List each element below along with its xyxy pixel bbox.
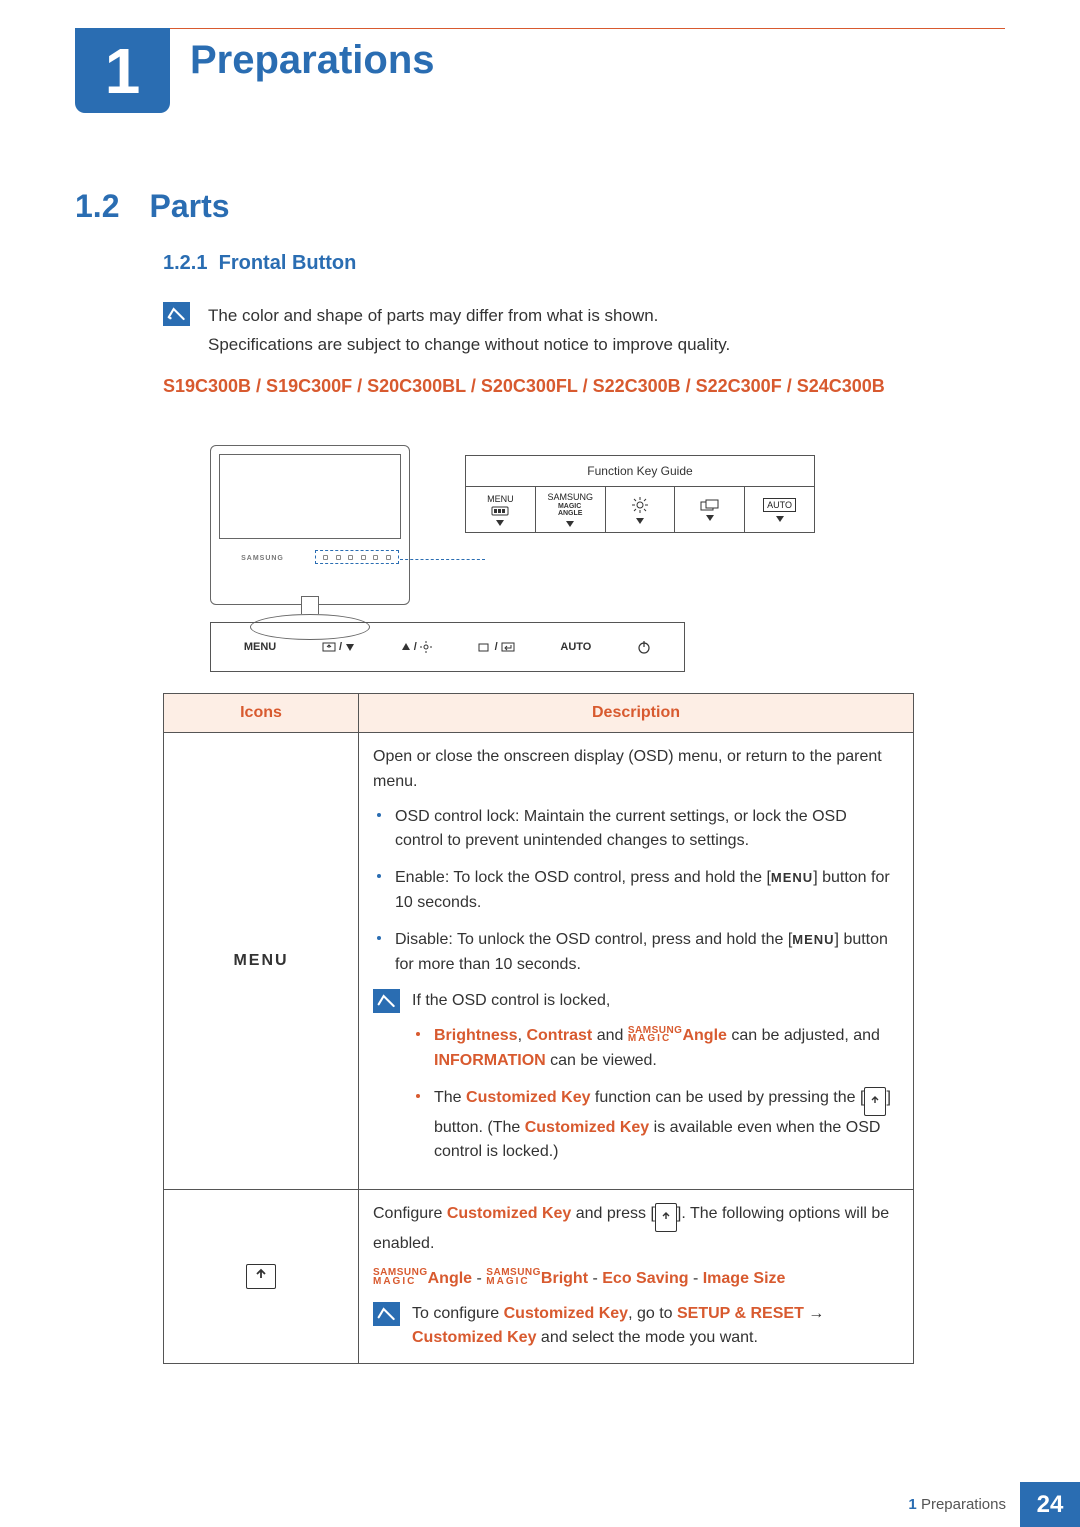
customkey-icon — [246, 1264, 276, 1289]
menu-button-icon: MENU — [233, 952, 288, 970]
menu-bullet-lock: OSD control lock: Maintain the current s… — [395, 805, 899, 855]
locked-osd-note: If the OSD control is locked, Brightness… — [373, 989, 899, 1177]
function-key-guide: Function Key Guide MENU SAMSUNG MAGICANG… — [465, 455, 815, 533]
menu-bullet-enable: Enable: To lock the OSD control, press a… — [395, 866, 899, 916]
strip-menu: MENU — [244, 641, 276, 653]
note-line-2: Specifications are subject to change wit… — [208, 331, 730, 360]
note-line-1: The color and shape of parts may differ … — [208, 302, 730, 331]
chapter-title: Preparations — [190, 38, 435, 83]
customkey-icon — [864, 1087, 886, 1116]
customkey-config-note: To configure Customized Key, go to SETUP… — [373, 1302, 899, 1352]
key-menu: MENU — [466, 487, 536, 532]
footer-breadcrumb: 1 Preparations — [894, 1482, 1020, 1527]
table-row-menu: MENU Open or close the onscreen display … — [164, 733, 913, 1190]
monitor-brand: SAMSUNG — [211, 555, 314, 562]
table-row-customkey: Configure Customized Key and press []. T… — [164, 1190, 913, 1363]
locked-note-item-1: Brightness, Contrast and SAMSUNGMAGICAng… — [434, 1024, 899, 1074]
menu-intro: Open or close the onscreen display (OSD)… — [373, 745, 899, 795]
key-guide-title: Function Key Guide — [466, 456, 814, 486]
monitor-screen — [219, 454, 401, 539]
locked-note-intro: If the OSD control is locked, — [412, 989, 899, 1014]
strip-auto: AUTO — [560, 641, 591, 653]
customkey-note-text: To configure Customized Key, go to SETUP… — [412, 1302, 899, 1352]
th-icons: Icons — [164, 694, 359, 733]
customkey-intro: Configure Customized Key and press []. T… — [373, 1202, 899, 1257]
button-strip: MENU / / / AUTO — [210, 622, 685, 672]
menu-bullet-disable: Disable: To unlock the OSD control, pres… — [395, 928, 899, 978]
desc-cell-menu: Open or close the onscreen display (OSD)… — [359, 733, 913, 1189]
subsection-title: Frontal Button — [219, 252, 357, 274]
key-source — [675, 487, 745, 532]
icon-cell-menu: MENU — [164, 733, 359, 1189]
customkey-icon — [655, 1203, 677, 1232]
th-description: Description — [359, 694, 913, 733]
icons-description-table: Icons Description MENU Open or close the… — [163, 693, 914, 1364]
monitor-diagram: SAMSUNG Function Key Guide MENU SAMSUNG … — [210, 435, 820, 670]
section-heading: 1.2 Parts — [75, 188, 230, 225]
locked-note-item-2: The Customized Key function can be used … — [434, 1086, 899, 1165]
customkey-options: SAMSUNGMAGICAngle - SAMSUNGMAGICBright -… — [373, 1267, 899, 1292]
top-rule — [75, 28, 1005, 29]
page-footer: 1 Preparations 24 — [0, 1482, 1080, 1527]
chapter-number-badge: 1 — [75, 28, 170, 113]
note-text: The color and shape of parts may differ … — [208, 302, 730, 360]
note-block: The color and shape of parts may differ … — [163, 302, 730, 360]
strip-power — [637, 640, 651, 654]
note-icon — [373, 989, 400, 1013]
subsection-number: 1.2.1 — [163, 252, 207, 274]
strip-source-enter: / — [478, 641, 515, 653]
note-icon — [373, 1302, 400, 1326]
section-title: Parts — [149, 188, 229, 225]
front-button-panel — [315, 550, 399, 564]
subsection-heading: 1.2.1 Frontal Button — [163, 252, 356, 275]
strip-customkey-down: / — [322, 641, 355, 653]
strip-up-brightness: / — [401, 641, 432, 653]
key-auto: AUTO — [745, 487, 814, 532]
model-list: S19C300B / S19C300F / S20C300BL / S20C30… — [163, 376, 885, 397]
icon-cell-customkey — [164, 1190, 359, 1363]
section-number: 1.2 — [75, 188, 119, 225]
callout-line — [400, 559, 485, 560]
note-icon — [163, 302, 190, 326]
desc-cell-customkey: Configure Customized Key and press []. T… — [359, 1190, 913, 1363]
monitor-outline: SAMSUNG — [210, 445, 410, 605]
key-magic-angle: SAMSUNG MAGICANGLE — [536, 487, 606, 532]
key-brightness — [606, 487, 676, 532]
page-number: 24 — [1020, 1482, 1080, 1527]
